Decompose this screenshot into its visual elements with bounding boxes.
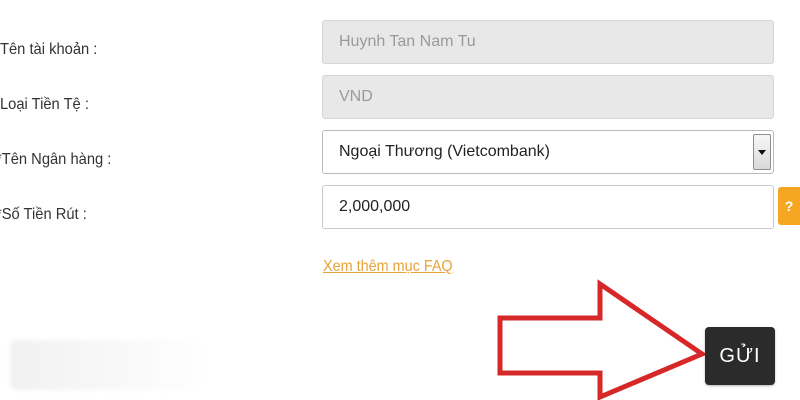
withdraw-form: Tên tài khoản : Huynh Tan Nam Tu Loại Ti… (0, 0, 800, 400)
bank-name-label: *Tên Ngân hàng : (0, 151, 112, 168)
submit-button[interactable]: GỬI (705, 327, 775, 385)
account-name-field: Huynh Tan Nam Tu (322, 20, 774, 64)
account-name-value: Huynh Tan Nam Tu (339, 33, 476, 50)
amount-input[interactable]: 2,000,000 (322, 185, 774, 229)
amount-label: *Số Tiền Rút : (0, 206, 87, 223)
currency-value: VND (339, 88, 373, 105)
currency-label: Loại Tiền Tệ : (0, 96, 89, 113)
arrow-right-icon (497, 279, 708, 400)
bank-name-select[interactable]: Ngoại Thương (Vietcombank) (322, 130, 774, 174)
dropdown-button[interactable] (753, 134, 771, 170)
amount-value: 2,000,000 (339, 198, 411, 215)
bank-name-value: Ngoại Thương (Vietcombank) (339, 143, 550, 160)
submit-label: GỬI (719, 344, 761, 367)
help-button[interactable]: ? (778, 187, 800, 225)
chevron-down-icon (758, 149, 766, 155)
faq-link[interactable]: Xem thêm mục FAQ (323, 258, 453, 276)
currency-field: VND (322, 75, 774, 119)
blurred-logo (10, 340, 200, 390)
account-name-label: Tên tài khoản : (0, 41, 98, 58)
question-icon: ? (784, 198, 794, 214)
